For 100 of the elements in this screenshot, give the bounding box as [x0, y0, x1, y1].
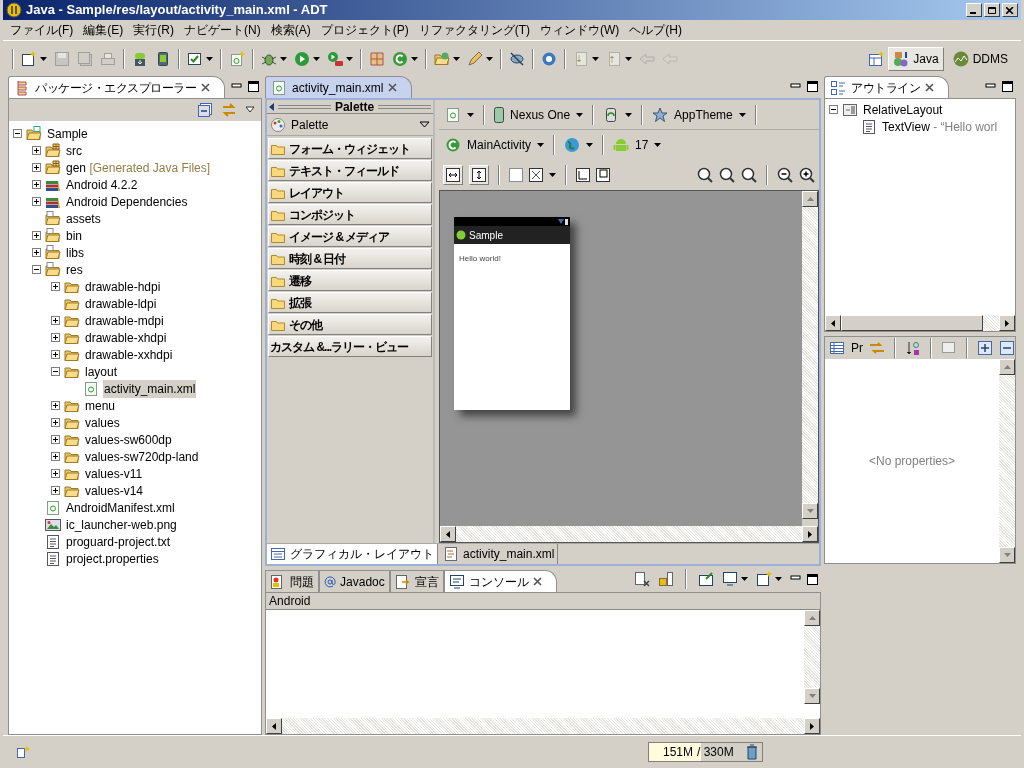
- android-download-icon[interactable]: [132, 50, 148, 67]
- tree-item[interactable]: TextView - “Hello worl: [881, 117, 999, 136]
- fit-height-icon[interactable]: [472, 168, 487, 182]
- close-icon[interactable]: [388, 83, 398, 92]
- expand-toggle[interactable]: [51, 486, 60, 495]
- expand-toggle[interactable]: [51, 316, 60, 325]
- tree-item[interactable]: drawable-hdpi: [84, 277, 162, 296]
- collapse-all-icon[interactable]: [197, 101, 214, 118]
- zoom-out-icon[interactable]: [777, 167, 793, 183]
- trash-icon[interactable]: [744, 744, 760, 760]
- tree-item[interactable]: proguard-project.txt: [65, 532, 172, 551]
- palette-category[interactable]: その他: [268, 314, 433, 335]
- tree-item[interactable]: activity_main.xml: [103, 379, 197, 398]
- palette-category[interactable]: テキスト・フィールド: [268, 160, 433, 181]
- tree-item[interactable]: drawable-xhdpi: [84, 328, 168, 347]
- tree-item[interactable]: values-v14: [84, 481, 145, 500]
- perspective-button[interactable]: Java: [888, 46, 944, 71]
- pen-icon[interactable]: [467, 50, 483, 67]
- tree-item[interactable]: bin: [65, 226, 83, 245]
- tree-item[interactable]: drawable-xxhdpi: [84, 345, 174, 364]
- collapse-toggle[interactable]: [13, 129, 22, 138]
- menubar-item[interactable]: 編集(E): [79, 21, 128, 39]
- maximize-icon[interactable]: [248, 81, 260, 92]
- palette-category[interactable]: レイアウト: [268, 182, 433, 203]
- view-menu-icon[interactable]: [245, 105, 256, 114]
- tree-item[interactable]: values-sw600dp: [84, 430, 173, 449]
- expand-toggle[interactable]: [51, 435, 60, 444]
- collapse-toggle[interactable]: [829, 105, 838, 114]
- view-tab[interactable]: Javadoc: [319, 570, 390, 592]
- menubar-item[interactable]: ヘルプ(H): [625, 21, 686, 39]
- palette-category[interactable]: 時刻 & 日付: [268, 248, 433, 269]
- new-class-icon[interactable]: [392, 50, 408, 67]
- heap-status[interactable]: 151M / 330M: [648, 742, 763, 762]
- device-selector[interactable]: Nexus One: [510, 105, 571, 124]
- android-device-icon[interactable]: [155, 50, 171, 67]
- tree-item[interactable]: Android 4.2.2: [65, 175, 139, 194]
- tree-item[interactable]: AndroidManifest.xml: [65, 498, 176, 517]
- vertical-scrollbar[interactable]: [804, 610, 820, 704]
- run-icon[interactable]: [294, 50, 310, 67]
- maximize-window-button[interactable]: [984, 3, 1000, 17]
- tree-item[interactable]: Android Dependencies: [65, 192, 189, 211]
- tree-item[interactable]: menu: [84, 396, 117, 415]
- collapse-toggle[interactable]: [51, 367, 60, 376]
- zoom-fit-icon[interactable]: [697, 167, 713, 183]
- expand-toggle[interactable]: [32, 163, 41, 172]
- zoom-in-icon[interactable]: [799, 167, 815, 183]
- tree-item[interactable]: values-sw720dp-land: [84, 447, 200, 466]
- table-icon[interactable]: [829, 340, 845, 356]
- tree-item[interactable]: libs: [65, 243, 85, 262]
- pin-icon[interactable]: [698, 571, 714, 587]
- maximize-icon[interactable]: [1002, 81, 1013, 92]
- open-folder-icon[interactable]: [434, 50, 450, 67]
- view-tab[interactable]: アウトライン: [824, 76, 949, 98]
- editor-bottom-tab[interactable]: グラフィカル・レイアウト: [267, 544, 439, 564]
- view-tab[interactable]: パッケージ・エクスプローラー: [8, 76, 225, 98]
- tree-item[interactable]: res: [65, 260, 84, 279]
- expand-toggle[interactable]: [51, 282, 60, 291]
- horizontal-scrollbar[interactable]: [440, 526, 818, 542]
- maximize-icon[interactable]: [807, 81, 818, 92]
- tree-item[interactable]: drawable-mdpi: [84, 311, 165, 330]
- activity-selector[interactable]: MainActivity: [467, 136, 532, 154]
- menubar-item[interactable]: ナビゲート(N): [180, 21, 265, 39]
- collapse-toggle[interactable]: [32, 265, 41, 274]
- tree-item[interactable]: src: [65, 141, 83, 160]
- expand-toggle[interactable]: [32, 248, 41, 257]
- view-tab[interactable]: 宣言: [389, 570, 444, 592]
- properties-tab[interactable]: Pr: [851, 339, 863, 357]
- menubar-item[interactable]: ウィンドウ(W): [536, 21, 624, 39]
- menubar-item[interactable]: リファクタリング(T): [414, 21, 534, 39]
- tree-item[interactable]: values: [84, 413, 121, 432]
- theme-selector[interactable]: AppTheme: [674, 105, 733, 124]
- new-console-icon[interactable]: [756, 571, 772, 587]
- clear-console-icon[interactable]: [634, 571, 650, 587]
- palette-category[interactable]: イメージ & メディア: [268, 226, 433, 247]
- minimize-window-button[interactable]: [966, 3, 982, 17]
- horizontal-scrollbar[interactable]: [825, 315, 1015, 331]
- tree-item[interactable]: project.properties: [65, 549, 160, 568]
- editor-tab[interactable]: activity_main.xml: [265, 76, 413, 98]
- zoom-real-icon[interactable]: [719, 167, 735, 183]
- vertical-scrollbar[interactable]: [802, 191, 818, 519]
- close-icon[interactable]: [201, 83, 210, 92]
- palette-category[interactable]: コンポジット: [268, 204, 433, 225]
- collapse-all-icon[interactable]: [999, 340, 1015, 356]
- close-icon[interactable]: [925, 83, 934, 92]
- tree-item[interactable]: RelativeLayout: [862, 100, 944, 119]
- expand-toggle[interactable]: [51, 401, 60, 410]
- tree-item[interactable]: assets: [65, 209, 102, 228]
- tree-item[interactable]: drawable-ldpi: [84, 294, 158, 313]
- api-level-selector[interactable]: 17: [635, 136, 649, 154]
- collapse-arrow-icon[interactable]: [269, 102, 275, 111]
- run-tool-icon[interactable]: [327, 50, 343, 67]
- expand-toggle[interactable]: [51, 469, 60, 478]
- checkbox-icon[interactable]: [187, 50, 203, 67]
- palette-category[interactable]: フォーム・ウィジェット: [268, 138, 433, 159]
- view-tab[interactable]: コンソール: [443, 570, 557, 592]
- expand-toggle[interactable]: [51, 418, 60, 427]
- close-icon[interactable]: [532, 577, 542, 586]
- horizontal-scrollbar[interactable]: [266, 718, 820, 734]
- maximize-icon[interactable]: [807, 573, 818, 585]
- tree-item[interactable]: layout: [84, 362, 119, 381]
